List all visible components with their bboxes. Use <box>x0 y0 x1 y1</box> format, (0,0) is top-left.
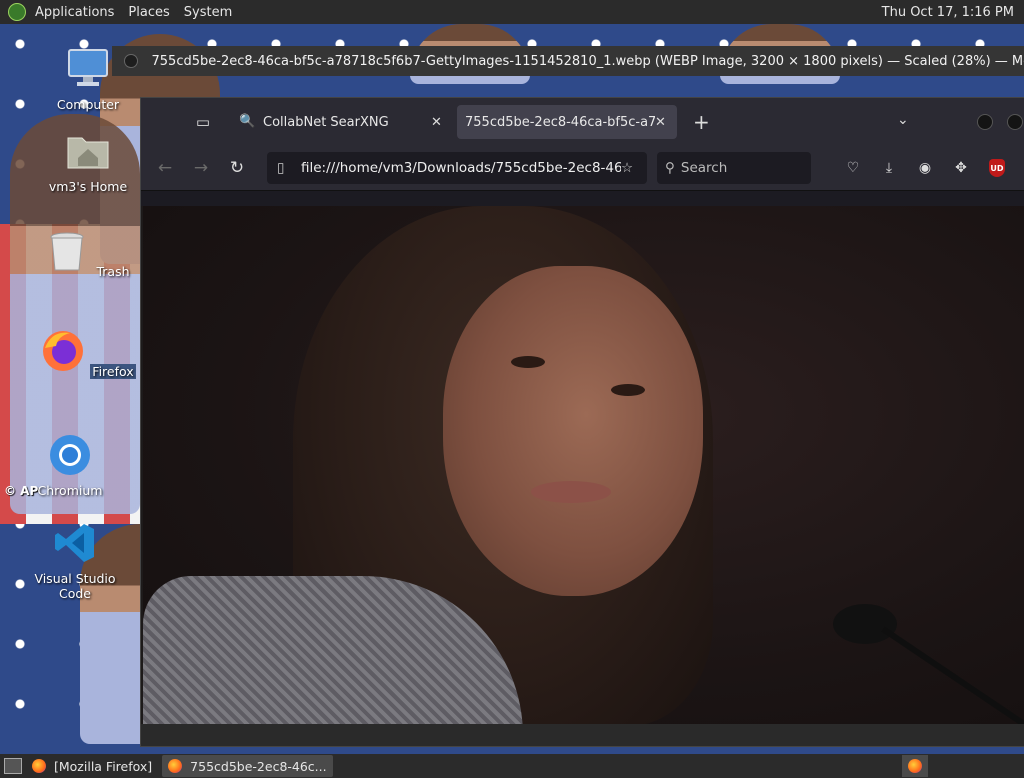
navigation-bar: ← → ↻ ▯ file:///home/vm3/Downloads/755cd… <box>141 146 1024 191</box>
trash-icon <box>50 232 84 271</box>
show-desktop-icon[interactable] <box>4 758 22 774</box>
menu-applications[interactable]: Applications <box>28 5 121 20</box>
search-bar[interactable]: ⚲ Search <box>657 152 811 184</box>
window-menu-button[interactable] <box>124 54 138 68</box>
clock[interactable]: Thu Oct 17, 1:16 PM <box>882 5 1024 20</box>
taskbar-item-firefox[interactable]: [Mozilla Firefox] <box>26 755 158 777</box>
vscode-icon <box>55 524 94 562</box>
photo-microphone-stand <box>881 626 1024 724</box>
extensions-icon[interactable]: ✥ <box>949 156 973 180</box>
menu-system[interactable]: System <box>177 5 239 20</box>
minimize-window-button[interactable] <box>977 114 993 130</box>
tab-searxng[interactable]: 🔍 CollabNet SearXNG ✕ <box>231 105 453 139</box>
image-viewer-content <box>141 206 1024 746</box>
firefox-window: ▭ 🔍 CollabNet SearXNG ✕ 755cd5be-2ec8-46… <box>140 97 1024 747</box>
taskbar-item-image[interactable]: 755cd5be-2ec8-46c... <box>162 755 333 777</box>
home-folder-icon <box>67 137 109 169</box>
computer-icon <box>68 49 108 86</box>
desktop-icon-trash[interactable]: Trash <box>38 228 138 279</box>
forward-arrow-icon[interactable]: → <box>189 156 213 180</box>
photo-lips <box>531 481 611 503</box>
reload-icon[interactable]: ↻ <box>225 156 249 180</box>
chromium-icon <box>50 435 90 475</box>
maximize-window-button[interactable] <box>1007 114 1023 130</box>
firefox-icon <box>168 759 183 773</box>
desktop-icon-label: Trash <box>96 264 130 279</box>
new-tab-icon[interactable]: + <box>693 110 710 134</box>
photo-eye <box>611 384 645 396</box>
tab-bar: ▭ 🔍 CollabNet SearXNG ✕ 755cd5be-2ec8-46… <box>141 98 1024 146</box>
photo-microphone <box>833 604 897 644</box>
taskbar-item-label: [Mozilla Firefox] <box>54 758 153 774</box>
window-title: 755cd5be-2ec8-46ca-bf5c-a78718c5f6b7-Get… <box>151 53 1024 69</box>
url-text[interactable]: file:///home/vm3/Downloads/755cd5be-2ec8… <box>301 160 621 176</box>
desktop-icon-label: Computer <box>56 97 120 112</box>
viewer-bottom-margin <box>141 724 1024 746</box>
desktop-icon-label: Firefox <box>90 364 136 379</box>
search-placeholder: Search <box>680 160 728 176</box>
background-window-titlebar[interactable]: 755cd5be-2ec8-46ca-bf5c-a78718c5f6b7-Get… <box>112 46 1024 76</box>
menu-places[interactable]: Places <box>121 5 176 20</box>
desktop-icon-label: vm3's Home <box>48 179 128 194</box>
firefox-view-icon[interactable]: ▭ <box>193 112 213 132</box>
top-panel: Applications Places System Thu Oct 17, 1… <box>0 0 1024 24</box>
url-bar[interactable]: ▯ file:///home/vm3/Downloads/755cd5be-2e… <box>267 152 647 184</box>
account-icon[interactable]: ◉ <box>913 156 937 180</box>
photo-eye <box>511 356 545 368</box>
taskbar-item-label: 755cd5be-2ec8-46c... <box>190 758 327 774</box>
tab-image[interactable]: 755cd5be-2ec8-46ca-bf5c-a78 ✕ <box>457 105 677 139</box>
firefox-icon <box>908 759 922 773</box>
firefox-icon <box>43 331 84 371</box>
pocket-icon[interactable]: ♡ <box>841 156 865 180</box>
desktop-icon-chromium[interactable]: Chromium <box>20 432 120 498</box>
close-tab-icon[interactable]: ✕ <box>655 115 669 130</box>
tray-firefox-button[interactable] <box>902 755 928 777</box>
bottom-panel: [Mozilla Firefox] 755cd5be-2ec8-46c... <box>0 754 1024 778</box>
downloads-icon[interactable]: ⤓ <box>877 156 901 180</box>
photo-face <box>443 266 703 596</box>
bookmark-star-icon[interactable]: ☆ <box>621 160 639 176</box>
desktop-icon-label: Chromium <box>37 483 103 498</box>
firefox-icon <box>32 759 46 773</box>
desktop-icon-firefox[interactable]: Firefox <box>38 328 138 379</box>
close-tab-icon[interactable]: ✕ <box>431 115 445 130</box>
applications-logo-icon[interactable] <box>8 3 26 21</box>
desktop-icon-home[interactable]: vm3's Home <box>38 128 138 194</box>
ublock-badge: UD <box>989 159 1005 177</box>
search-icon: ⚲ <box>665 160 675 176</box>
displayed-photo[interactable] <box>143 206 1024 724</box>
page-icon: ▯ <box>277 160 285 176</box>
desktop-icon-vscode[interactable]: Visual Studio Code <box>20 520 130 601</box>
tab-title: CollabNet SearXNG <box>263 114 389 130</box>
desktop-icon-label: Visual Studio Code <box>34 571 116 601</box>
back-arrow-icon[interactable]: ← <box>153 156 177 180</box>
search-icon: 🔍 <box>239 114 256 129</box>
tab-title: 755cd5be-2ec8-46ca-bf5c-a78 <box>465 114 655 130</box>
list-all-tabs-icon[interactable]: ⌄ <box>897 112 909 128</box>
ublock-icon[interactable]: UD <box>985 156 1009 180</box>
